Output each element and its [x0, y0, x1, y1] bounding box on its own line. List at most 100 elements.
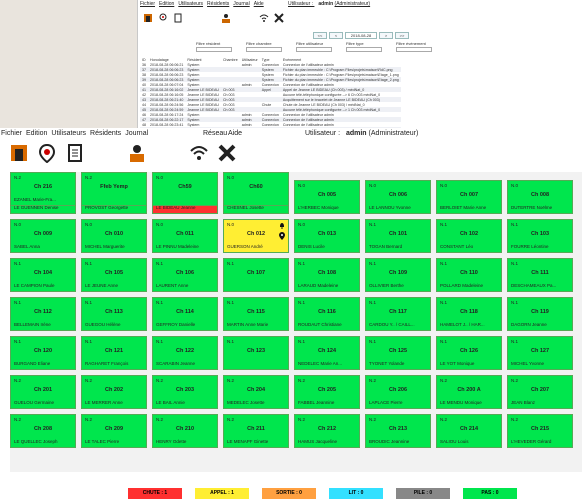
room-tile[interactable]: N.1 Ch 114 GEFFROY Danielle — [152, 297, 218, 331]
menu-edition[interactable]: Edition — [26, 128, 47, 139]
room-tile[interactable]: N.1 Ch 101 TOGAN Bernard — [365, 219, 431, 253]
menu-journal[interactable]: Journal — [125, 128, 148, 139]
room-tile[interactable]: N.1 Ch 103 FOURRE Léontine — [507, 219, 573, 253]
room-tile[interactable]: N.2 Ch 206 LAPLACE Pierre — [365, 375, 431, 409]
filter-chambre[interactable]: Filtre chambre — [246, 41, 282, 52]
menu-utilisateurs[interactable]: Utilisateurs — [51, 128, 86, 139]
menu-fichier[interactable]: Fichier — [1, 128, 22, 139]
room-tile[interactable]: N.0 Ch 005 L'HERBEC Monique — [294, 180, 360, 214]
wifi-icon[interactable] — [258, 12, 270, 24]
room-tile[interactable]: N.0 Ch 012 GUERSON André — [223, 219, 289, 253]
room-tile[interactable]: N.2 Ch 211 LE MENAPF Ginette — [223, 414, 289, 448]
room-tile[interactable]: N.1 Ch 109 OLLIVIER Berthe — [365, 258, 431, 292]
room-tile[interactable]: N.1 Ch 106 LAURENT Anne — [152, 258, 218, 292]
tools-icon[interactable] — [273, 12, 285, 24]
room-tile[interactable]: N.1 Ch 113 GUEGOU Hélène — [81, 297, 147, 331]
room-tile[interactable]: N.1 Ch 124 NEDELEC Marie An... — [294, 336, 360, 370]
room-tile[interactable]: N.2 Ch 216 EZANEL Marie-Fra... — [10, 172, 76, 206]
room-tile[interactable]: N.2 Ch 210 HENRY Odette — [152, 414, 218, 448]
room-tile[interactable]: N.0 Ch 013 DENIS Lucile — [294, 219, 360, 253]
person-icon[interactable] — [126, 142, 148, 164]
bg-last-button[interactable]: >> — [395, 32, 409, 39]
room-tile[interactable]: N.2 Ch 203 LE BAIL Annie — [152, 375, 218, 409]
room-tile[interactable]: N.0 Ch 010 MICHEL Marguerite — [81, 219, 147, 253]
building-icon[interactable] — [8, 142, 30, 164]
menu-aide[interactable]: Aide — [228, 128, 242, 139]
room-tile[interactable]: N.1 Ch 107 — [223, 258, 289, 292]
filter-resident[interactable]: Filtre résident — [196, 41, 232, 52]
room-tile[interactable]: N.2 Ch 215 L'HEVEDER Gérard — [507, 414, 573, 448]
bg-col-header[interactable]: Utilisateur — [240, 57, 260, 62]
room-tile[interactable]: N.2 Ch 207 JEAN Blanz — [507, 375, 573, 409]
room-tile[interactable]: N.1 Ch 120 BURGAND Eliane — [10, 336, 76, 370]
room-tile[interactable]: N.0 Ch 008 DUTERTRE Noëlme — [507, 180, 573, 214]
table-row[interactable]: 41 2018-08-28 06:16:02 Jeanne LE BIDEAU Ch … — [140, 87, 401, 92]
room-tile[interactable]: N.2 Ch 202 LE MERRER Anne — [81, 375, 147, 409]
room-tile[interactable]: N.2 Ch 213 BROUDIC Jeannine — [365, 414, 431, 448]
room-level: N.0 — [369, 183, 377, 188]
room-tile[interactable]: N.1 Ch 125 TYONET Yolande — [365, 336, 431, 370]
filter-utilisateur[interactable]: Filtre utilisateur — [296, 41, 332, 52]
room-tile[interactable]: N.1 Ch 104 LE CAMPION Paule — [10, 258, 76, 292]
room-tile[interactable]: N.1 Ch 111 DESCHAMEAUX Pa... — [507, 258, 573, 292]
room-tile[interactable]: N.1 Ch 115 MARTIN Anne Marie — [223, 297, 289, 331]
room-tile[interactable]: N.1 Ch 123 — [223, 336, 289, 370]
resident-name: GUERSON André — [227, 244, 263, 249]
table-row[interactable]: 39 2018-08-28 06:06:23 System System Fichier… — [140, 77, 401, 82]
location-user-icon[interactable] — [157, 12, 169, 24]
table-row[interactable]: 37 2018-08-28 06:06:23 System System Fichier… — [140, 67, 401, 72]
room-tile[interactable]: N.2 Ch 200 A LE MENDU Monique — [436, 375, 502, 409]
room-tile[interactable]: N.2 Ch 212 HAMUS Jacqueline — [294, 414, 360, 448]
bg-menu-aide[interactable]: Aide — [254, 0, 264, 9]
bg-first-button[interactable]: << — [313, 32, 327, 39]
room-tile[interactable]: N.1 Ch 102 CONSTANT Léo — [436, 219, 502, 253]
room-tile[interactable]: N.0 Ch 006 LE LANNOU Yvonne — [365, 180, 431, 214]
room-tile[interactable]: N.2 Ch 204 MEDELEC Josette — [223, 375, 289, 409]
room-tile[interactable]: N.1 Ch 121 RAGHARET François — [81, 336, 147, 370]
filter-type[interactable]: Filtre type — [346, 41, 382, 52]
menu-residents[interactable]: Résidents — [90, 128, 121, 139]
room-tile[interactable]: N.2 Ch 208 LE QUELLEC Joseph — [10, 414, 76, 448]
menu-reseau[interactable]: Réseau — [203, 128, 227, 139]
room-tile[interactable]: N.0 Ch 007 BERLOIET Marie Anne — [436, 180, 502, 214]
bg-menu-residents[interactable]: Résidents — [207, 0, 229, 9]
room-tile[interactable]: N.0 Ch 009 SABEL Anna — [10, 219, 76, 253]
bg-menu-edition[interactable]: Edition — [159, 0, 174, 9]
room-tile[interactable]: N.1 Ch 116 ROUDAUT Christiane — [294, 297, 360, 331]
bg-col-header[interactable]: Chambre — [221, 57, 240, 62]
wifi-icon[interactable] — [188, 142, 210, 164]
room-tile[interactable]: N.1 Ch 119 DAGORN Jeanne — [507, 297, 573, 331]
table-row[interactable]: 44 2018-08-28 06:24:56 Jeanne LE BIDEAU Ch … — [140, 102, 401, 107]
room-tile[interactable]: N.1 Ch 105 LE JEUNE Anne — [81, 258, 147, 292]
room-tile[interactable]: N.1 Ch 112 BELLEMAIN Irène — [10, 297, 76, 331]
filter-evenement[interactable]: Filtre événement — [396, 41, 432, 52]
person-icon[interactable] — [220, 12, 232, 24]
room-tile[interactable]: N.1 Ch 110 POLLARD Madeleine — [436, 258, 502, 292]
room-tile[interactable]: N.2 Ch 209 LE TALEC Pierre — [81, 414, 147, 448]
room-tile[interactable]: N.2 Ch 205 FABBEL Jeannine — [294, 375, 360, 409]
room-tile[interactable]: N.1 Ch 108 LARAUD Madeleine — [294, 258, 360, 292]
tools-icon[interactable] — [216, 142, 238, 164]
room-tile[interactable]: N.1 Ch 126 LE YOT Monique — [436, 336, 502, 370]
room-tile[interactable]: N.2 Ffeb Yemp — [81, 172, 147, 206]
document-icon[interactable] — [64, 142, 86, 164]
room-tile[interactable]: N.0 Ch 011 LE PINNU Madeleine — [152, 219, 218, 253]
table-row[interactable]: 38 2018-08-28 06:06:23 System System Fichier… — [140, 72, 401, 77]
bg-date-field[interactable]: 2018-08-28 — [345, 32, 377, 39]
bg-menu-fichier[interactable]: Fichier — [140, 0, 155, 9]
building-icon[interactable] — [142, 12, 154, 24]
bg-prev-button[interactable]: < — [329, 32, 343, 39]
location-user-icon[interactable] — [36, 142, 58, 164]
room-tile[interactable]: N.1 Ch 117 CARDOU Y.. / CAILL... — [365, 297, 431, 331]
room-tile[interactable]: N.2 Ch 201 GUELOU Germaine — [10, 375, 76, 409]
room-tile[interactable]: N.0 Ch60 — [223, 172, 289, 206]
room-tile[interactable]: N.1 Ch 118 HAMELOT J.. / HAR... — [436, 297, 502, 331]
bg-menu-journal[interactable]: Journal — [233, 0, 249, 9]
bg-next-button[interactable]: > — [379, 32, 393, 39]
room-tile[interactable]: N.0 Ch59 — [152, 172, 218, 206]
room-tile[interactable]: N.1 Ch 127 MICHEL Yvonne — [507, 336, 573, 370]
room-tile[interactable]: N.2 Ch 214 SALIOU Louis — [436, 414, 502, 448]
bg-menu-utilisateurs[interactable]: Utilisateurs — [178, 0, 203, 9]
document-icon[interactable] — [172, 12, 184, 24]
room-tile[interactable]: N.1 Ch 122 SCARABIN Jeanne — [152, 336, 218, 370]
